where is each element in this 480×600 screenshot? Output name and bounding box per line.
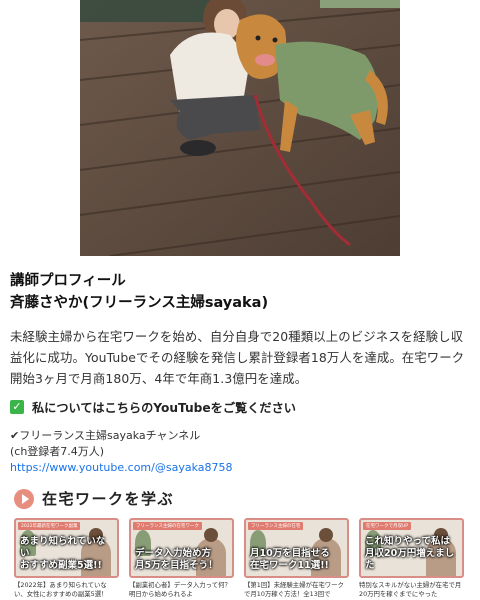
youtube-prompt: ✓ 私についてはこちらのYouTubeをご覧ください	[10, 398, 470, 416]
subscriber-count: (ch登録者7.4万人)	[10, 445, 105, 458]
profile-heading-block: 講師プロフィール 斉藤さやか(フリーランス主婦sayaka)	[10, 270, 470, 314]
check-icon: ✓	[10, 400, 24, 414]
profile-heading: 講師プロフィール	[10, 273, 126, 289]
thumbnail-caption: データ入力始め方 月5万を目指そう！	[135, 548, 228, 572]
caption-line-2: 月収20万円増えました	[365, 548, 455, 571]
caption-line-2: おすすめ副業5選!!	[20, 560, 102, 571]
video-description[interactable]: 【第1回】未経験主婦が在宅ワークで月10万稼ぐ方法！全13回で	[244, 581, 349, 599]
youtube-prompt-text: 私についてはこちらのYouTubeをご覧ください	[32, 401, 296, 415]
video-card[interactable]: フリーランス主婦の在宅ワーク データ入力始め方 月5万を目指そう！ 【副業初心者…	[129, 518, 234, 599]
caption-line-1: あまり知られていない	[20, 536, 106, 559]
channel-name: ✔フリーランス主婦sayakaチャンネル	[10, 429, 201, 442]
thumbnail-tag: フリーランス主婦の在宅	[248, 522, 304, 530]
profile-name: 斉藤さやか(フリーランス主婦sayaka)	[10, 295, 269, 311]
channel-info: ✔フリーランス主婦sayakaチャンネル (ch登録者7.4万人) https:…	[10, 428, 470, 476]
profile-bio: 未経験主婦から在宅ワークを始め、自分自身で20種類以上のビジネスを経験し収益化に…	[10, 329, 465, 386]
video-thumbnail[interactable]: 在宅ワークで月収UP これ知りやって私は 月収20万円増えました	[359, 518, 464, 578]
caption-line-1: 月10万を目指せる	[250, 548, 330, 559]
video-thumbnail[interactable]: フリーランス主婦の在宅 月10万を目指せる 在宅ワーク11選!!	[244, 518, 349, 578]
learn-title-text: 在宅ワークを学ぶ	[42, 490, 175, 508]
caption-line-2: 月5万を目指そう！	[135, 560, 218, 571]
profile-photo	[80, 0, 400, 256]
caption-line-2: 在宅ワーク11選!!	[250, 560, 329, 571]
play-icon	[14, 488, 34, 509]
video-description[interactable]: 【2022年】あまり知られていない、女性におすすめの副業5選！	[14, 581, 119, 599]
caption-line-1: データ入力始め方	[135, 548, 212, 559]
channel-link[interactable]: https://www.youtube.com/@sayaka8758	[10, 461, 232, 474]
thumbnail-caption: あまり知られていない おすすめ副業5選!!	[20, 536, 113, 572]
video-thumbnail[interactable]: 2022年最新在宅ワーク副業 あまり知られていない おすすめ副業5選!!	[14, 518, 119, 578]
thumbnail-tag: フリーランス主婦の在宅ワーク	[133, 522, 202, 530]
video-card[interactable]: 2022年最新在宅ワーク副業 あまり知られていない おすすめ副業5選!! 【20…	[14, 518, 119, 599]
video-card-list: 2022年最新在宅ワーク副業 あまり知られていない おすすめ副業5選!! 【20…	[14, 518, 466, 599]
video-thumbnail[interactable]: フリーランス主婦の在宅ワーク データ入力始め方 月5万を目指そう！	[129, 518, 234, 578]
thumbnail-caption: 月10万を目指せる 在宅ワーク11選!!	[250, 548, 343, 572]
thumbnail-tag: 2022年最新在宅ワーク副業	[18, 522, 81, 530]
thumbnail-tag: 在宅ワークで月収UP	[363, 522, 412, 530]
photo-woman-with-golden-retriever-icon	[80, 0, 400, 256]
video-description[interactable]: 【副業初心者】データ入力って何？明日から始められるよ	[129, 581, 234, 599]
thumbnail-caption: これ知りやって私は 月収20万円増えました	[365, 536, 458, 572]
video-description[interactable]: 特別なスキルがない主婦が在宅で月20万円を稼ぐまでにやった	[359, 581, 464, 599]
video-card[interactable]: 在宅ワークで月収UP これ知りやって私は 月収20万円増えました 特別なスキルが…	[359, 518, 464, 599]
video-card[interactable]: フリーランス主婦の在宅 月10万を目指せる 在宅ワーク11選!! 【第1回】未経…	[244, 518, 349, 599]
caption-line-1: これ知りやって私は	[365, 536, 451, 547]
learn-section-title: 在宅ワークを学ぶ	[14, 488, 470, 509]
